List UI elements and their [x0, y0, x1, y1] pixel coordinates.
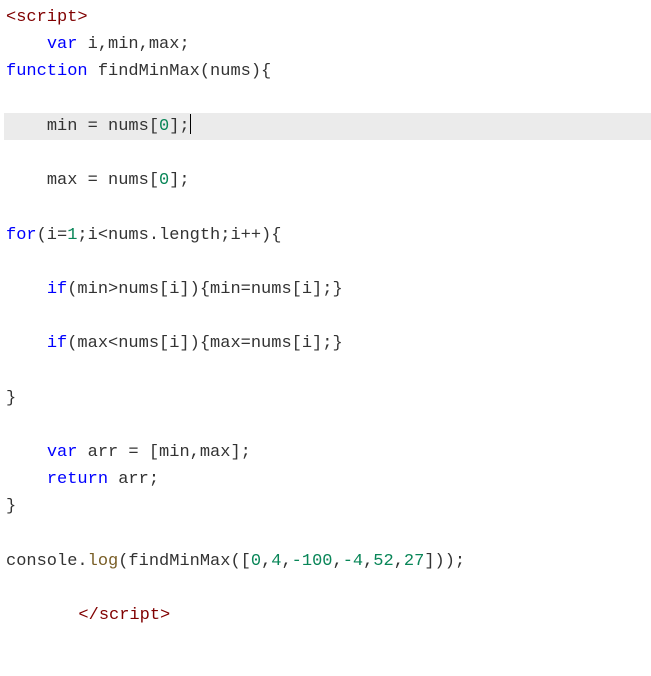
- code-token: ,: [332, 552, 342, 571]
- code-line[interactable]: min = nums[0];: [4, 113, 651, 140]
- code-token: (min>nums[i]){min=nums[i];}: [67, 280, 342, 299]
- code-token: i,min,max;: [77, 35, 189, 54]
- code-token: for: [6, 226, 37, 245]
- code-token: >: [77, 8, 87, 27]
- code-line[interactable]: }: [4, 385, 651, 412]
- code-token: 0: [159, 171, 169, 190]
- code-token: 27: [404, 552, 424, 571]
- code-line[interactable]: [4, 575, 651, 602]
- code-token: </: [78, 606, 98, 625]
- code-token: ,: [363, 552, 373, 571]
- code-line[interactable]: </script>: [4, 602, 651, 629]
- code-token: ];: [169, 117, 189, 136]
- code-line[interactable]: [4, 303, 651, 330]
- code-token: arr;: [108, 470, 159, 489]
- code-line[interactable]: var arr = [min,max];: [4, 439, 651, 466]
- code-token: 52: [373, 552, 393, 571]
- code-token: ];: [169, 171, 189, 190]
- code-line[interactable]: [4, 140, 651, 167]
- code-token: ,: [281, 552, 291, 571]
- code-token: var: [47, 443, 78, 462]
- code-token: -4: [343, 552, 363, 571]
- code-token: (i=: [37, 226, 68, 245]
- code-token: }: [6, 497, 16, 516]
- code-token: return: [47, 470, 108, 489]
- code-line[interactable]: if(min>nums[i]){min=nums[i];}: [4, 276, 651, 303]
- code-token: var: [47, 35, 78, 54]
- code-line[interactable]: for(i=1;i<nums.length;i++){: [4, 222, 651, 249]
- code-line[interactable]: console.log(findMinMax([0,4,-100,-4,52,2…: [4, 548, 651, 575]
- code-token: if: [47, 334, 67, 353]
- code-token: ]));: [424, 552, 465, 571]
- code-token: (findMinMax([: [118, 552, 251, 571]
- code-line[interactable]: [4, 194, 651, 221]
- code-token: ,: [261, 552, 271, 571]
- code-token: <: [6, 8, 16, 27]
- code-token: max = nums[: [47, 171, 159, 190]
- code-line[interactable]: function findMinMax(nums){: [4, 58, 651, 85]
- code-token: script: [16, 8, 77, 27]
- code-token: 0: [251, 552, 261, 571]
- code-token: 4: [271, 552, 281, 571]
- code-line[interactable]: [4, 249, 651, 276]
- code-token: ,: [394, 552, 404, 571]
- code-token: 0: [159, 117, 169, 136]
- code-token: findMinMax(nums){: [88, 62, 272, 81]
- code-line[interactable]: [4, 86, 651, 113]
- code-token: 1: [67, 226, 77, 245]
- code-token: script: [99, 606, 160, 625]
- code-line[interactable]: return arr;: [4, 466, 651, 493]
- code-line[interactable]: }: [4, 493, 651, 520]
- code-token: function: [6, 62, 88, 81]
- code-token: -100: [292, 552, 333, 571]
- code-token: (max<nums[i]){max=nums[i];}: [67, 334, 342, 353]
- code-token: log: [88, 552, 119, 571]
- code-line[interactable]: var i,min,max;: [4, 31, 651, 58]
- code-line[interactable]: [4, 412, 651, 439]
- code-token: arr = [min,max];: [77, 443, 250, 462]
- code-editor[interactable]: <script> var i,min,max;function findMinM…: [0, 0, 651, 629]
- text-cursor: [190, 114, 191, 134]
- code-token: if: [47, 280, 67, 299]
- code-token: >: [160, 606, 170, 625]
- code-line[interactable]: max = nums[0];: [4, 167, 651, 194]
- code-token: ;i<nums.length;i++){: [77, 226, 281, 245]
- code-token: console.: [6, 552, 88, 571]
- code-line[interactable]: [4, 521, 651, 548]
- code-line[interactable]: if(max<nums[i]){max=nums[i];}: [4, 330, 651, 357]
- code-line[interactable]: <script>: [4, 4, 651, 31]
- code-token: }: [6, 389, 16, 408]
- code-token: min = nums[: [47, 117, 159, 136]
- code-line[interactable]: [4, 357, 651, 384]
